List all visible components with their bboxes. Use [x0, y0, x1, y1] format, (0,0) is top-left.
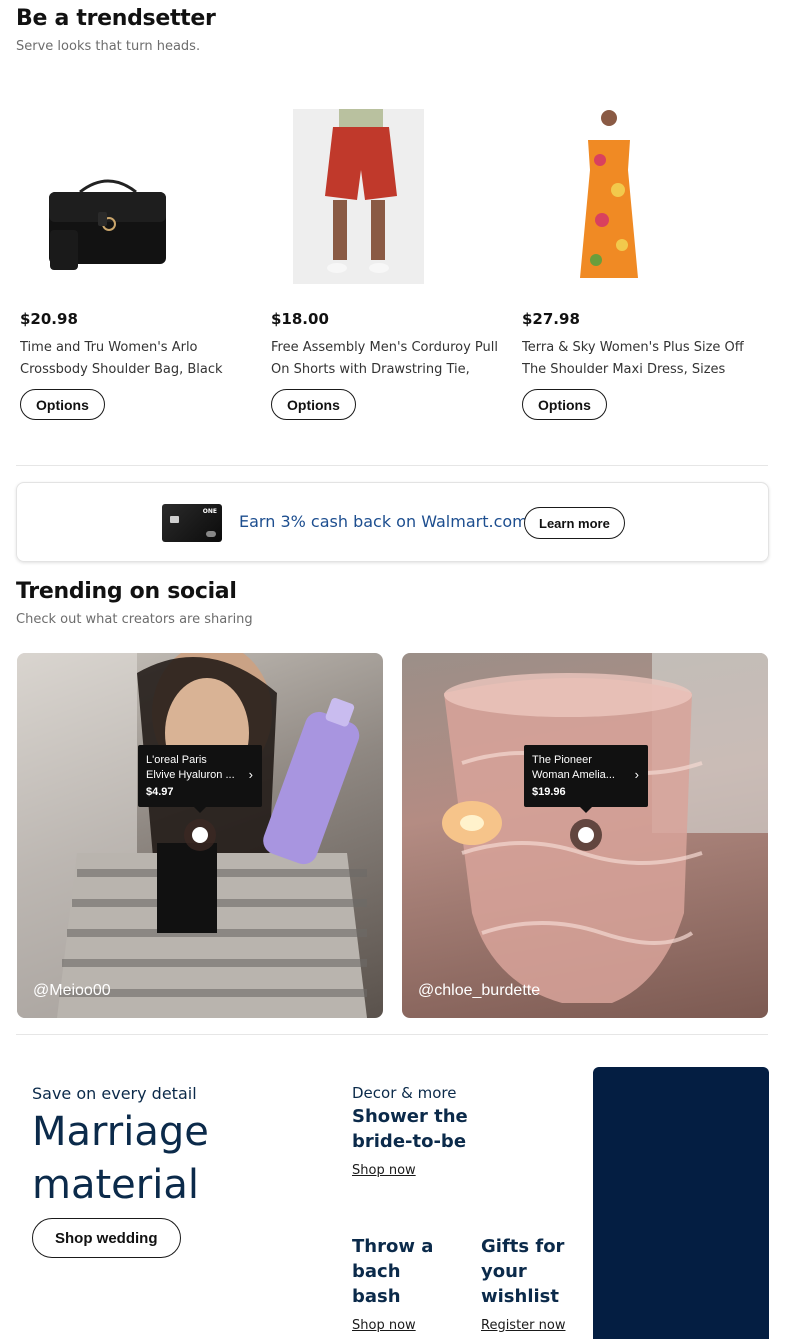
card-network-icon — [206, 531, 216, 537]
product-card[interactable]: $18.00 Free Assembly Men's Corduroy Pull… — [267, 100, 499, 430]
product-name[interactable]: Free Assembly Men's Corduroy Pull On Sho… — [271, 337, 499, 381]
product-hotspot[interactable] — [570, 819, 602, 851]
credit-card-image: ONE — [162, 504, 222, 542]
product-name[interactable]: Time and Tru Women's Arlo Crossbody Shou… — [20, 337, 248, 381]
tag-product-name: Woman Amelia... — [532, 769, 615, 781]
tile-title-bach[interactable]: Throw a bach bash — [352, 1234, 452, 1309]
wedding-headline-line2: material — [32, 1162, 199, 1208]
trendsetter-subtitle: Serve looks that turn heads. — [16, 39, 201, 54]
section-divider — [16, 1034, 768, 1035]
product-tag[interactable]: The Pioneer Woman Amelia... $19.96 › — [524, 745, 648, 813]
product-hotspot[interactable] — [184, 819, 216, 851]
product-card[interactable]: $20.98 Time and Tru Women's Arlo Crossbo… — [16, 100, 246, 430]
creator-handle[interactable]: @chloe_burdette — [418, 982, 540, 1000]
cashback-promo-banner[interactable]: ONE Earn 3% cash back on Walmart.com Lea… — [16, 482, 769, 562]
social-subtitle: Check out what creators are sharing — [16, 612, 253, 627]
chevron-right-icon: › — [248, 767, 253, 782]
options-button[interactable]: Options — [271, 389, 356, 420]
social-title: Trending on social — [16, 579, 237, 604]
options-button[interactable]: Options — [20, 389, 105, 420]
hotspot-dot — [192, 827, 208, 843]
tag-price: $4.97 — [146, 786, 174, 798]
product-price: $20.98 — [20, 310, 78, 328]
social-post-card[interactable]: The Pioneer Woman Amelia... $19.96 › @ch… — [402, 653, 768, 1018]
wedding-headline: Marriage material — [32, 1106, 209, 1212]
section-divider — [16, 465, 768, 466]
product-tag[interactable]: L'oreal Paris Elvive Hyaluron ... $4.97 … — [138, 745, 262, 813]
hotspot-dot — [578, 827, 594, 843]
trendsetter-title: Be a trendsetter — [16, 6, 216, 31]
promo-text: Earn 3% cash back on Walmart.com — [239, 512, 528, 531]
card-logo: ONE — [202, 508, 217, 515]
tag-price: $19.96 — [532, 786, 566, 798]
tile-title-gifts[interactable]: Gifts for your wishlist — [481, 1234, 581, 1309]
tile-title-shower[interactable]: Shower the bride-to-be — [352, 1104, 532, 1154]
learn-more-button[interactable]: Learn more — [524, 507, 625, 539]
wedding-feature-image[interactable] — [593, 1067, 769, 1339]
product-name[interactable]: Terra & Sky Women's Plus Size Off The Sh… — [522, 337, 750, 381]
product-image-dress[interactable] — [518, 100, 748, 290]
card-chip — [170, 516, 179, 523]
options-button[interactable]: Options — [522, 389, 607, 420]
tag-brand: L'oreal Paris — [146, 754, 207, 766]
shop-now-link[interactable]: Shop now — [352, 1163, 416, 1178]
tag-brand: The Pioneer — [532, 754, 592, 766]
social-post-card[interactable]: L'oreal Paris Elvive Hyaluron ... $4.97 … — [17, 653, 383, 1018]
shop-wedding-button[interactable]: Shop wedding — [32, 1218, 181, 1258]
product-image-bag[interactable] — [16, 100, 246, 290]
product-price: $27.98 — [522, 310, 580, 328]
product-image-shorts[interactable] — [267, 100, 497, 290]
tag-product-name: Elvive Hyaluron ... — [146, 769, 235, 781]
tile-kicker: Decor & more — [352, 1084, 457, 1102]
product-price: $18.00 — [271, 310, 329, 328]
wedding-headline-line1: Marriage — [32, 1109, 209, 1155]
wedding-kicker: Save on every detail — [32, 1084, 197, 1103]
product-card[interactable]: $27.98 Terra & Sky Women's Plus Size Off… — [518, 100, 748, 430]
creator-handle[interactable]: @Meioo00 — [33, 982, 111, 1000]
register-now-link[interactable]: Register now — [481, 1318, 565, 1333]
shop-now-link[interactable]: Shop now — [352, 1318, 416, 1333]
chevron-right-icon: › — [634, 767, 639, 782]
